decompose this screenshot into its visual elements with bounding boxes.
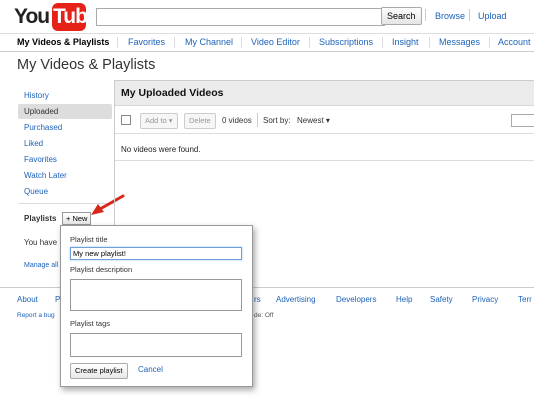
create-playlist-button[interactable]: Create playlist <box>70 363 128 379</box>
report-bug-link[interactable]: Report a bug <box>17 312 55 319</box>
sidebar-item-favorites[interactable]: Favorites <box>18 152 112 167</box>
footer-link-safety[interactable]: Safety <box>430 295 453 304</box>
playlist-description-label: Playlist description <box>70 265 133 274</box>
empty-row-border <box>115 160 534 161</box>
nav-separator <box>489 37 490 48</box>
content-title: My Uploaded Videos <box>121 87 224 99</box>
select-all-checkbox[interactable] <box>121 115 131 125</box>
delete-button[interactable]: Delete <box>184 113 216 129</box>
playlist-description-textarea[interactable] <box>70 279 242 311</box>
footer-link-help[interactable]: Help <box>396 295 412 304</box>
sidebar-item-purchased[interactable]: Purchased <box>18 120 112 135</box>
sidebar-item-history[interactable]: History <box>18 88 112 103</box>
search-input[interactable] <box>96 8 385 26</box>
sort-select[interactable]: Newest ▾ <box>297 116 330 125</box>
logo-tube: Tube <box>53 5 99 28</box>
empty-message: No videos were found. <box>121 145 201 154</box>
you-have-text: You have <box>24 238 58 247</box>
sidebar-item-liked[interactable]: Liked <box>18 136 112 151</box>
chevron-down-icon: ▾ <box>325 116 330 125</box>
new-playlist-popup: Playlist title My new playlist! Playlist… <box>60 225 253 387</box>
account-nav: My Videos & Playlists Favorites My Chann… <box>0 33 534 52</box>
page-title: My Videos & Playlists <box>17 57 156 73</box>
footer-link-partners[interactable]: rs <box>254 295 261 304</box>
playlist-tags-label: Playlist tags <box>70 319 111 328</box>
tab-account[interactable]: Account <box>498 37 531 47</box>
footer-link-privacy[interactable]: Privacy <box>472 295 498 304</box>
footer-link-terms[interactable]: Terr <box>518 295 532 304</box>
manage-all-link[interactable]: Manage all <box>24 262 58 269</box>
nav-separator <box>382 37 383 48</box>
search-button[interactable]: Search <box>381 7 422 25</box>
video-count: 0 videos <box>222 116 252 125</box>
filter-input[interactable] <box>511 114 534 127</box>
tab-video-editor[interactable]: Video Editor <box>251 37 300 47</box>
footer-link-advertising[interactable]: Advertising <box>276 295 316 304</box>
nav-separator <box>429 37 430 48</box>
add-to-button[interactable]: Add to ▾ <box>140 113 178 129</box>
header-divider <box>469 9 470 21</box>
footer-link-developers[interactable]: Developers <box>336 295 376 304</box>
playlist-title-label: Playlist title <box>70 235 108 244</box>
tab-favorites[interactable]: Favorites <box>128 37 165 47</box>
toolbar-bottom-border <box>115 133 534 134</box>
tab-my-videos-playlists[interactable]: My Videos & Playlists <box>17 37 109 47</box>
nav-separator <box>241 37 242 48</box>
add-to-label: Add to <box>145 116 167 125</box>
safety-mode-text: de: Off <box>254 312 274 319</box>
header-divider <box>425 9 426 21</box>
upload-link[interactable]: Upload <box>478 11 507 21</box>
nav-separator <box>309 37 310 48</box>
chevron-down-icon: ▾ <box>168 116 173 125</box>
youtube-logo[interactable]: You Tube <box>14 3 99 32</box>
sort-by-label: Sort by: <box>263 116 291 125</box>
sidebar-item-uploaded[interactable]: Uploaded <box>18 104 112 119</box>
playlist-tags-textarea[interactable] <box>70 333 242 357</box>
logo-you: You <box>14 5 50 28</box>
nav-separator <box>174 37 175 48</box>
playlists-heading: Playlists <box>24 214 57 223</box>
sidebar-item-watch-later[interactable]: Watch Later <box>18 168 112 183</box>
nav-separator <box>117 37 118 48</box>
tab-messages[interactable]: Messages <box>439 37 480 47</box>
tab-subscriptions[interactable]: Subscriptions <box>319 37 373 47</box>
tab-insight[interactable]: Insight <box>392 37 419 47</box>
sort-value: Newest <box>297 116 324 125</box>
tab-my-channel[interactable]: My Channel <box>185 37 233 47</box>
annotation-arrow-icon <box>91 194 125 215</box>
playlist-title-input[interactable]: My new playlist! <box>70 247 242 260</box>
toolbar-divider <box>257 113 258 127</box>
browse-link[interactable]: Browse <box>435 11 465 21</box>
cancel-link[interactable]: Cancel <box>138 365 163 374</box>
footer-link-about[interactable]: About <box>17 295 38 304</box>
